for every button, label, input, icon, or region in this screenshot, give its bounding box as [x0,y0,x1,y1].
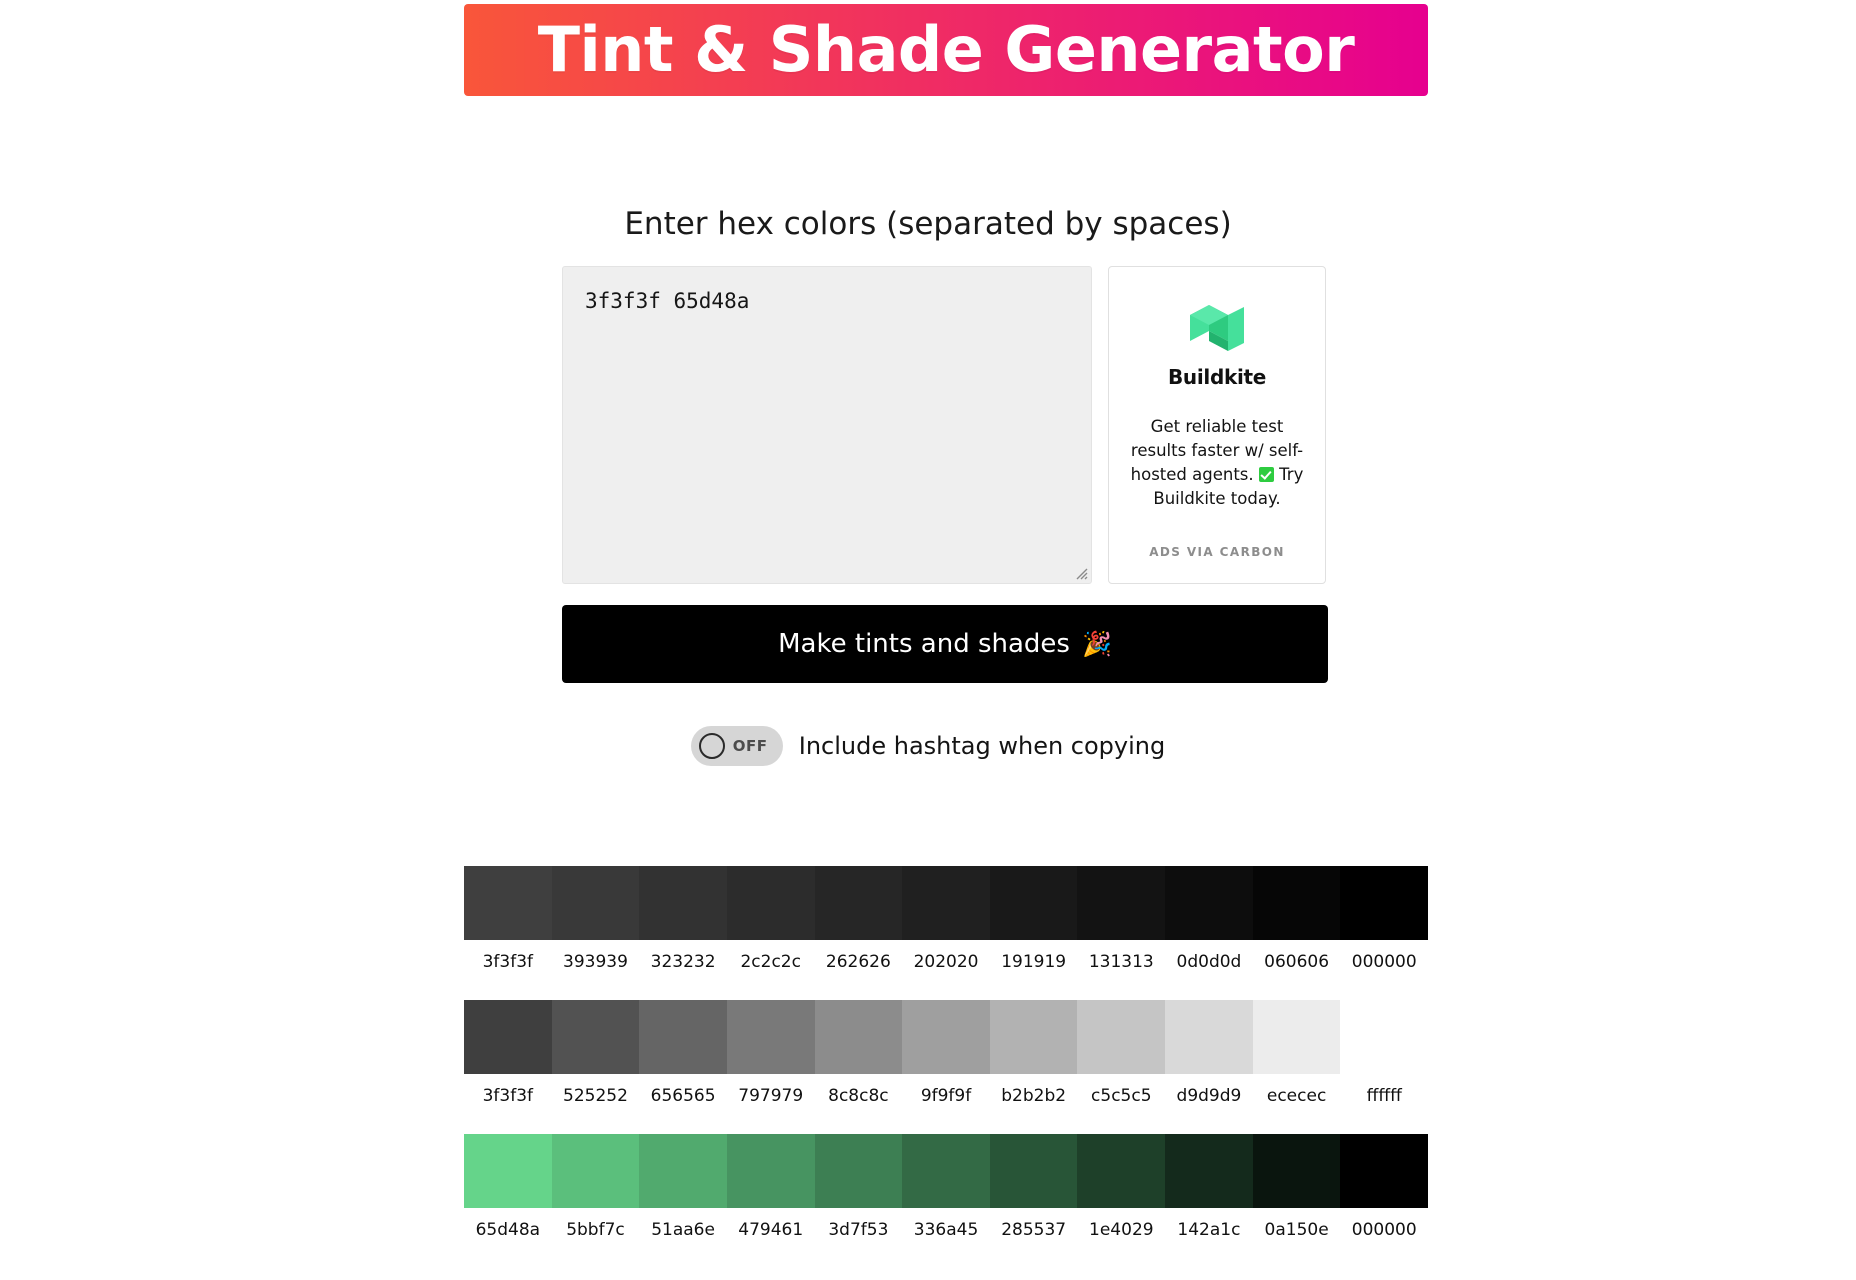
swatch-label-strip: 65d48a 5bbf7c 51aa6e 479461 3d7f53 336a45 2855… [464,1220,1428,1240]
swatch-label-strip: 3f3f3f 393939 323232 2c2c2c 262626 202020 1919… [464,952,1428,972]
color-swatch[interactable] [1252,1000,1341,1074]
palette-row: 65d48a 5bbf7c 51aa6e 479461 3d7f53 336a45 2855… [464,1134,1429,1240]
make-tints-and-shades-button[interactable]: Make tints and shades 🎉 [562,605,1328,683]
color-swatch-label: 3f3f3f [482,1086,534,1106]
palette-results: 3f3f3f 393939 323232 2c2c2c 262626 202020 1919… [464,866,1429,1268]
color-swatch-label: 8c8c8c [828,1086,889,1106]
color-swatch[interactable] [551,866,640,940]
carbon-ad-card[interactable]: Buildkite Get reliable test results fast… [1108,266,1326,584]
color-swatch-label: 525252 [563,1086,628,1106]
color-swatch-label: c5c5c5 [1091,1086,1152,1106]
color-swatch[interactable] [726,1000,815,1074]
color-swatch-label: 65d48a [475,1220,541,1240]
color-swatch[interactable] [726,866,815,940]
color-swatch[interactable] [989,1134,1078,1208]
include-hashtag-toggle[interactable]: OFF [690,726,783,766]
color-swatch-label: 51aa6e [651,1220,715,1240]
color-swatch-label: 479461 [738,1220,804,1240]
color-swatch[interactable] [464,1000,552,1074]
color-swatch-label: d9d9d9 [1176,1086,1242,1106]
color-swatch[interactable] [551,1000,640,1074]
color-swatch-label: 336a45 [913,1220,979,1240]
color-swatch-label: 131313 [1088,952,1154,972]
color-swatch[interactable] [902,1000,990,1074]
ad-brand-name: Buildkite [1167,365,1267,389]
color-swatch[interactable] [464,1134,552,1208]
make-button-label: Make tints and shades [778,629,1070,659]
swatch-strip [464,1000,1429,1074]
color-swatch-label: 9f9f9f [920,1086,972,1106]
color-swatch[interactable] [1077,866,1166,940]
color-swatch[interactable] [1165,1134,1253,1208]
color-swatch[interactable] [902,1134,990,1208]
color-swatch-label: 2c2c2c [740,952,801,972]
color-swatch-label: 1e4029 [1089,1220,1154,1240]
color-swatch-label: ececec [1266,1086,1327,1106]
party-popper-icon: 🎉 [1081,630,1112,658]
hex-textarea-wrapper [562,266,1092,584]
hex-input-label: Enter hex colors (separated by spaces) [624,206,1232,242]
color-swatch[interactable] [814,1134,903,1208]
color-swatch-label: 656565 [650,1086,716,1106]
color-swatch-label: 5bbf7c [566,1220,625,1240]
swatch-label-strip: 3f3f3f 525252 656565 797979 8c8c8c 9f9f9f b2b2… [464,1086,1428,1106]
color-swatch-label: 202020 [913,952,979,972]
color-swatch[interactable] [989,1000,1078,1074]
color-swatch[interactable] [639,1134,727,1208]
swatch-strip [464,1134,1429,1208]
color-swatch-label: 3f3f3f [482,952,534,972]
color-swatch-label: 060606 [1264,952,1330,972]
color-swatch[interactable] [1252,866,1341,940]
ad-body-part1: Get reliable test results faster w/ self… [1130,417,1304,484]
color-swatch[interactable] [639,866,727,940]
ad-body-text: Get reliable test results faster w/ self… [1123,415,1311,511]
color-swatch[interactable] [551,1134,640,1208]
palette-row: 3f3f3f 393939 323232 2c2c2c 262626 202020 1919… [464,866,1429,972]
color-swatch[interactable] [1077,1134,1166,1208]
toggle-knob-icon [698,733,725,759]
color-swatch[interactable] [989,866,1078,940]
color-swatch[interactable] [1165,1000,1253,1074]
color-swatch-label: 0d0d0d [1176,952,1242,972]
color-swatch-label: 000000 [1351,1220,1417,1240]
palette-row: 3f3f3f 525252 656565 797979 8c8c8c 9f9f9f b2b2… [464,1000,1429,1106]
color-swatch-label: 191919 [1001,952,1067,972]
color-swatch[interactable] [814,1000,903,1074]
ad-attribution: ADS VIA CARBON [1149,545,1285,559]
color-swatch-label: b2b2b2 [1001,1086,1067,1106]
color-swatch[interactable] [902,866,990,940]
buildkite-logo-icon [1190,305,1244,351]
color-swatch[interactable] [464,866,552,940]
color-swatch[interactable] [1165,866,1253,940]
swatch-strip [464,866,1429,940]
check-mark-icon [1258,466,1274,482]
color-swatch-label: 142a1c [1177,1220,1241,1240]
color-swatch[interactable] [814,866,903,940]
page-title: Tint & Shade Generator [537,13,1355,86]
color-swatch-label: 285537 [1001,1220,1067,1240]
color-swatch[interactable] [1077,1000,1166,1074]
color-swatch-label: 323232 [650,952,716,972]
color-swatch[interactable] [726,1134,815,1208]
toggle-state-text: OFF [732,737,768,755]
color-swatch[interactable] [639,1000,727,1074]
hex-colors-input[interactable] [562,266,1092,584]
color-swatch-label: 262626 [825,952,891,972]
include-hashtag-label: Include hashtag when copying [798,732,1166,760]
color-swatch[interactable] [1340,866,1429,940]
color-swatch-label: 3d7f53 [828,1220,889,1240]
color-swatch-label: 0a150e [1264,1220,1329,1240]
color-swatch-label: 393939 [563,952,628,972]
color-swatch[interactable] [1252,1134,1341,1208]
input-section: Buildkite Get reliable test results fast… [562,266,1328,584]
color-swatch-label: 000000 [1351,952,1417,972]
hashtag-toggle-row: OFF Include hashtag when copying [0,726,1856,766]
color-swatch[interactable] [1340,1134,1429,1208]
color-swatch[interactable] [1340,1000,1429,1074]
color-swatch-label: ffffff [1366,1086,1402,1106]
color-swatch-label: 797979 [738,1086,804,1106]
page-header-banner: Tint & Shade Generator [464,4,1428,96]
